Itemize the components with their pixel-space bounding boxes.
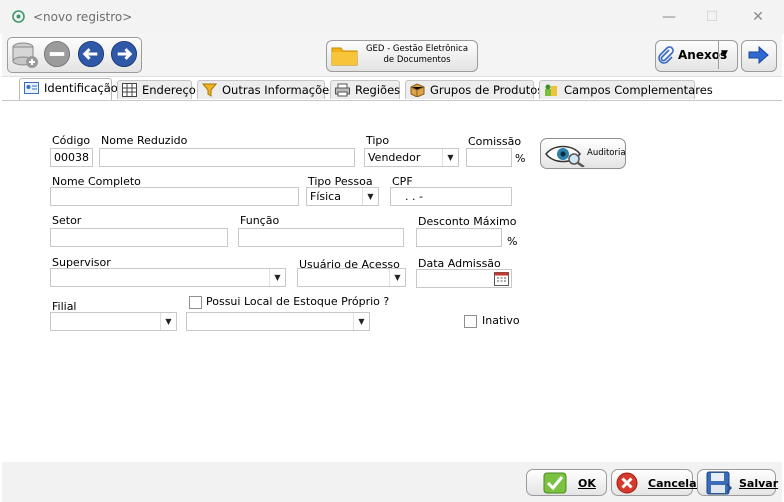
box-icon <box>410 83 425 97</box>
setor-label: Setor <box>52 214 82 227</box>
codigo-field[interactable]: 00038 <box>50 148 93 167</box>
tab-label: Regiões <box>355 83 401 97</box>
tab-identificacao[interactable]: Identificação <box>19 78 118 100</box>
chevron-down-icon[interactable]: ▼ <box>389 269 405 286</box>
ok-button[interactable]: OK <box>526 469 607 496</box>
tab-label: Identificação <box>44 81 118 95</box>
cpf-field[interactable]: . . - <box>390 187 512 206</box>
comissao-field[interactable] <box>466 148 512 167</box>
paperclip-icon <box>658 46 674 64</box>
funnel-icon <box>202 83 217 97</box>
cancelar-label: Cancelar <box>648 477 702 490</box>
supervisor-select[interactable]: ▼ <box>50 268 286 287</box>
comissao-label: Comissão <box>468 135 522 148</box>
app-gear-icon <box>12 10 25 23</box>
usuario-acesso-select[interactable]: ▼ <box>297 268 406 287</box>
arrow-right-icon <box>748 45 769 65</box>
minimize-icon[interactable]: — <box>659 8 679 26</box>
tab-regioes[interactable]: Regiões <box>330 80 400 99</box>
close-icon[interactable]: ✕ <box>748 8 768 26</box>
cancelar-button[interactable]: Cancelar <box>611 469 702 496</box>
id-card-icon <box>24 82 39 94</box>
cancel-x-icon <box>616 472 638 494</box>
ok-label: OK <box>578 477 596 490</box>
desconto-percent: % <box>507 235 518 248</box>
check-icon <box>543 472 567 494</box>
codigo-label: Código <box>52 134 91 147</box>
next-arrow-button[interactable] <box>110 40 138 68</box>
nome-reduzido-field[interactable] <box>99 148 355 167</box>
tab-endereco[interactable]: Endereço <box>117 80 196 99</box>
estoque-proprio-checkbox[interactable] <box>189 296 202 309</box>
maximize-icon: ☐ <box>705 9 719 25</box>
filial-select[interactable]: ▼ <box>50 312 177 331</box>
previous-arrow-button[interactable] <box>77 40 105 68</box>
ged-label: GED - Gestão Eletrônica de Documentos <box>365 44 469 65</box>
anexos-divider <box>718 41 719 69</box>
chevron-down-icon[interactable]: ▼ <box>362 188 378 205</box>
nome-reduzido-label: Nome Reduzido <box>101 134 188 147</box>
chevron-down-icon[interactable]: ▼ <box>353 313 369 330</box>
chevron-down-icon[interactable]: ▼ <box>269 269 285 286</box>
tab-label: Endereço <box>142 83 196 97</box>
estoque-select[interactable]: ▼ <box>186 312 370 331</box>
printer-icon <box>335 83 350 97</box>
tipo-pessoa-value: Física <box>310 190 341 203</box>
desconto-maximo-field[interactable] <box>416 228 502 247</box>
fields-icon <box>545 84 557 96</box>
tab-campos-complementares[interactable]: Campos Complementares <box>539 80 713 99</box>
anexos-dropdown-icon[interactable]: ▼ <box>721 49 728 59</box>
funcao-label: Função <box>240 214 280 227</box>
setor-field[interactable] <box>50 228 228 247</box>
save-disk-icon <box>706 471 732 495</box>
estoque-proprio-label: Possui Local de Estoque Próprio ? <box>206 295 390 308</box>
auditoria-button[interactable]: Auditoria <box>540 138 626 169</box>
tab-label: Grupos de Produtos <box>430 83 544 97</box>
window-title: <novo registro> <box>33 10 133 24</box>
tab-label: Campos Complementares <box>564 83 713 97</box>
comissao-percent: % <box>515 152 526 165</box>
tab-grupos-de-produtos[interactable]: Grupos de Produtos <box>405 80 543 99</box>
inativo-checkbox[interactable] <box>464 315 477 328</box>
tipo-value: Vendedor <box>368 151 421 164</box>
desconto-maximo-label: Desconto Máximo <box>418 215 517 228</box>
anexos-label: Anexos <box>678 48 728 62</box>
calendar-icon[interactable] <box>494 271 509 286</box>
salvar-label: Salvar <box>739 477 779 490</box>
database-add-button[interactable] <box>10 40 39 69</box>
tab-outras-informacoes[interactable]: Outras Informações <box>197 80 335 99</box>
nome-completo-field[interactable] <box>50 187 299 206</box>
funcao-field[interactable] <box>238 228 404 247</box>
salvar-button[interactable]: Salvar <box>697 469 779 496</box>
chevron-down-icon[interactable]: ▼ <box>442 149 458 166</box>
auditoria-label: Auditoria <box>587 148 626 158</box>
remove-button[interactable] <box>43 40 71 68</box>
tipo-pessoa-select[interactable]: Física ▼ <box>306 187 379 206</box>
inativo-label: Inativo <box>482 314 520 327</box>
address-grid-icon <box>122 83 137 97</box>
tipo-select[interactable]: Vendedor ▼ <box>364 148 459 167</box>
chevron-down-icon[interactable]: ▼ <box>160 313 176 330</box>
tipo-label: Tipo <box>366 134 390 147</box>
folder-icon <box>331 47 358 66</box>
eye-magnifier-icon <box>545 145 585 167</box>
tab-label: Outras Informações <box>222 83 336 97</box>
